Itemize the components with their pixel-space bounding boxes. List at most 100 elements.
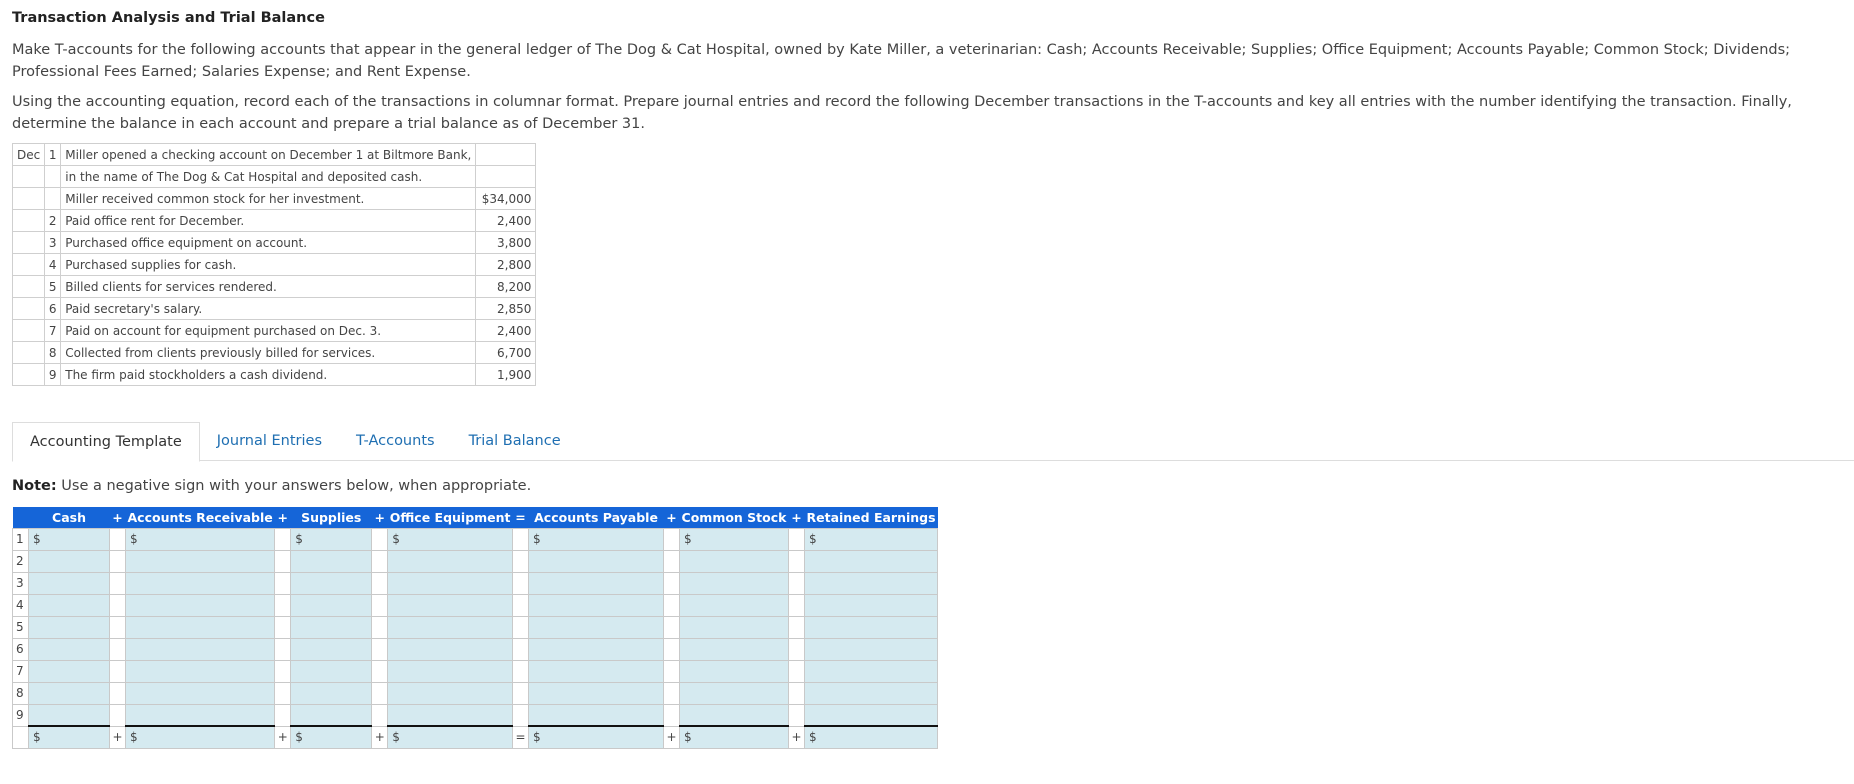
- total-accounts-payable-input[interactable]: [542, 730, 660, 745]
- common-stock-input[interactable]: [684, 664, 784, 678]
- cash-input[interactable]: [33, 707, 105, 722]
- accounts-receivable-input[interactable]: [130, 620, 271, 634]
- supplies-cell: [290, 593, 373, 617]
- cash-input[interactable]: [33, 620, 105, 634]
- operator-cell: [512, 703, 530, 727]
- accounts-receivable-input[interactable]: [130, 707, 271, 722]
- common-stock-input[interactable]: [684, 598, 784, 612]
- tab-journal-entries[interactable]: Journal Entries: [200, 422, 339, 460]
- common-stock-input[interactable]: [684, 554, 784, 568]
- accounts-payable-input[interactable]: [533, 576, 660, 590]
- transaction-description: Miller received common stock for her inv…: [60, 187, 477, 210]
- cash-input[interactable]: [33, 554, 105, 568]
- accounts-payable-input[interactable]: [533, 686, 660, 700]
- accounts-receivable-input[interactable]: [130, 642, 271, 656]
- accounts-payable-input[interactable]: [533, 707, 660, 722]
- retained-earnings-input[interactable]: [808, 554, 934, 568]
- accounts-receivable-cell: [124, 637, 276, 661]
- column-header-cash: Cash: [28, 507, 110, 528]
- transaction-month: [11, 341, 46, 364]
- accounts-payable-input[interactable]: [533, 554, 660, 568]
- accounts-payable-input[interactable]: [533, 664, 660, 678]
- common-stock-input[interactable]: [684, 642, 784, 656]
- operator-cell: [663, 593, 681, 617]
- transaction-number: 2: [44, 209, 62, 232]
- office-equipment-input[interactable]: [392, 620, 509, 634]
- supplies-input[interactable]: [295, 707, 368, 722]
- accounts-payable-input[interactable]: [533, 642, 660, 656]
- accounts-receivable-input[interactable]: [139, 532, 271, 546]
- office-equipment-input[interactable]: [401, 532, 509, 546]
- common-stock-input[interactable]: [684, 620, 784, 634]
- accounts-payable-cell: [528, 593, 665, 617]
- transaction-month: [11, 209, 46, 232]
- cash-input[interactable]: [33, 686, 105, 700]
- transaction-month: [11, 231, 46, 254]
- cash-input[interactable]: [33, 664, 105, 678]
- office-equipment-input[interactable]: [392, 686, 509, 700]
- common-stock-input[interactable]: [684, 576, 784, 590]
- retained-earnings-input[interactable]: [808, 686, 934, 700]
- operator-cell: [663, 637, 681, 661]
- dollar-sign: $: [533, 730, 541, 745]
- office-equipment-input[interactable]: [392, 642, 509, 656]
- dollar-sign: $: [684, 730, 692, 745]
- accounts-payable-input[interactable]: [533, 598, 660, 612]
- accounts-payable-input[interactable]: [533, 620, 660, 634]
- common-stock-input[interactable]: [693, 532, 784, 546]
- total-accounts-receivable-input[interactable]: [139, 730, 271, 745]
- retained-earnings-input[interactable]: [808, 598, 934, 612]
- common-stock-input[interactable]: [684, 686, 784, 700]
- supplies-input[interactable]: [295, 686, 368, 700]
- retained-earnings-input[interactable]: [808, 664, 934, 678]
- total-accounts-payable-cell: $: [528, 725, 665, 749]
- cash-input[interactable]: [33, 598, 105, 612]
- retained-earnings-input[interactable]: [808, 620, 934, 634]
- total-common-stock-input[interactable]: [693, 730, 784, 745]
- tab-t-accounts[interactable]: T-Accounts: [339, 422, 452, 460]
- total-office-equipment-input[interactable]: [401, 730, 509, 745]
- supplies-input[interactable]: [295, 620, 368, 634]
- office-equipment-input[interactable]: [392, 707, 509, 722]
- column-header-supplies: Supplies: [290, 507, 372, 528]
- supplies-input[interactable]: [295, 664, 368, 678]
- accounts-receivable-input[interactable]: [130, 686, 271, 700]
- supplies-input[interactable]: [304, 532, 368, 546]
- tab-trial-balance[interactable]: Trial Balance: [452, 422, 578, 460]
- retained-earnings-input[interactable]: [808, 642, 934, 656]
- accounts-receivable-input[interactable]: [130, 576, 271, 590]
- cash-input[interactable]: [33, 642, 105, 656]
- operator-cell: [109, 681, 126, 705]
- operator-cell: [371, 593, 389, 617]
- tab-accounting-template[interactable]: Accounting Template: [12, 422, 200, 462]
- office-equipment-input[interactable]: [392, 664, 509, 678]
- common-stock-input[interactable]: [684, 707, 784, 722]
- cell-content: [684, 554, 784, 568]
- supplies-input[interactable]: [295, 642, 368, 656]
- supplies-input[interactable]: [295, 598, 368, 612]
- supplies-input[interactable]: [295, 576, 368, 590]
- retained-earnings-input[interactable]: [808, 576, 934, 590]
- retained-earnings-input[interactable]: [818, 532, 934, 546]
- office-equipment-input[interactable]: [392, 576, 509, 590]
- accounts-receivable-input[interactable]: [130, 664, 271, 678]
- total-supplies-input[interactable]: [304, 730, 368, 745]
- retained-earnings-input[interactable]: [808, 707, 934, 722]
- office-equipment-input[interactable]: [392, 554, 509, 568]
- retained-earnings-cell: [803, 703, 939, 727]
- total-cash-input[interactable]: [42, 730, 105, 745]
- supplies-input[interactable]: [295, 554, 368, 568]
- retained-earnings-cell: [803, 659, 939, 683]
- accounts-receivable-input[interactable]: [130, 598, 271, 612]
- accounts-receivable-input[interactable]: [130, 554, 271, 568]
- supplies-cell: $: [290, 527, 373, 551]
- transaction-row: 9 The firm paid stockholders a cash divid…: [11, 363, 537, 386]
- cash-input[interactable]: [33, 576, 105, 590]
- total-office-equipment-cell: $: [387, 725, 514, 749]
- total-retained-earnings-input[interactable]: [818, 730, 934, 745]
- cell-content: [684, 664, 784, 678]
- cash-input[interactable]: [42, 532, 105, 546]
- cell-content: [808, 554, 934, 568]
- office-equipment-input[interactable]: [392, 598, 509, 612]
- accounts-payable-input[interactable]: [542, 532, 660, 546]
